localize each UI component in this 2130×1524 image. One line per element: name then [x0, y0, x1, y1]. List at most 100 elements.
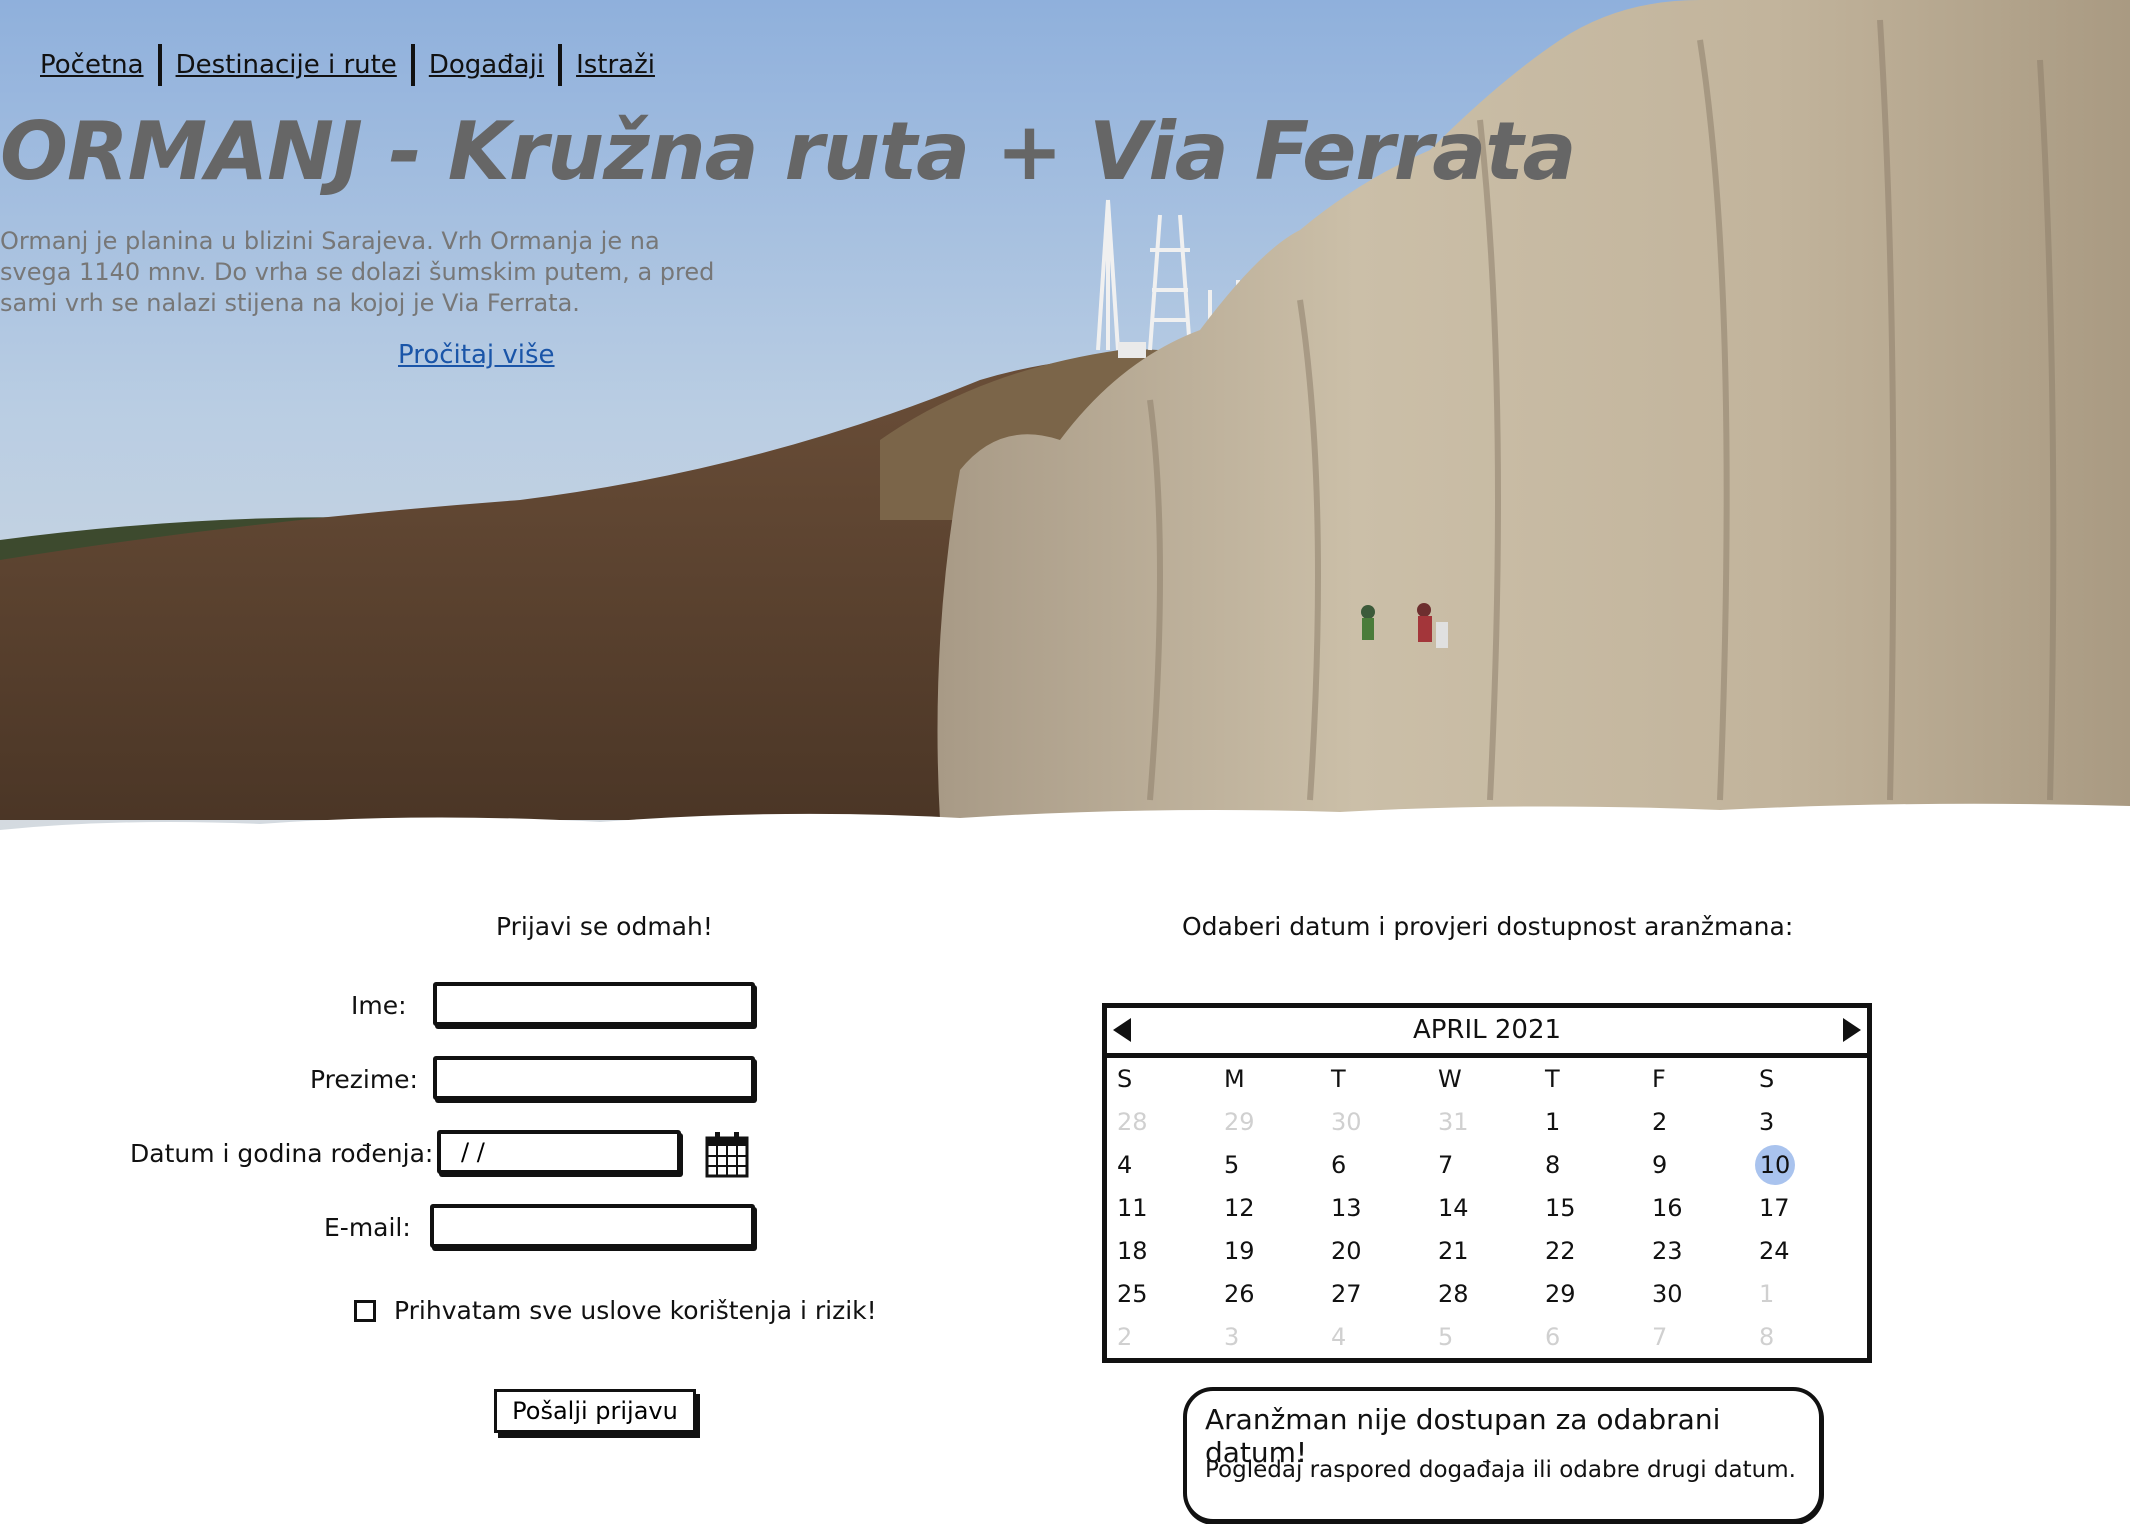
email-input[interactable]: [430, 1204, 755, 1248]
calendar-day-number: 25: [1117, 1280, 1148, 1308]
calendar-day[interactable]: 24: [1759, 1234, 1866, 1277]
calendar-day[interactable]: 1: [1545, 1105, 1652, 1148]
calendar-day[interactable]: 17: [1759, 1191, 1866, 1234]
calendar-day[interactable]: 30: [1652, 1277, 1759, 1320]
calendar-day[interactable]: 2: [1652, 1105, 1759, 1148]
calendar-day-number: 21: [1438, 1237, 1469, 1265]
calendar-day-number: 11: [1117, 1194, 1148, 1222]
calendar-icon[interactable]: [704, 1130, 750, 1180]
dob-label: Datum i godina rođenja:: [130, 1139, 434, 1168]
nav-link-destinacije[interactable]: Destinacije i rute: [162, 50, 411, 80]
calendar-day-number: 1: [1759, 1280, 1775, 1308]
calendar-day-number: 1: [1545, 1108, 1561, 1136]
calendar-day-number: 2: [1117, 1323, 1133, 1351]
calendar-day[interactable]: 7: [1438, 1148, 1545, 1191]
hero-description: Ormanj je planina u blizini Sarajeva. Vr…: [0, 227, 715, 317]
weekday-label: F: [1652, 1065, 1666, 1093]
weekday-label: S: [1117, 1065, 1133, 1093]
calendar-day-number: 19: [1224, 1237, 1255, 1265]
calendar-day-number: 26: [1224, 1280, 1255, 1308]
calendar-day[interactable]: 4: [1331, 1320, 1438, 1363]
calendar-day[interactable]: 9: [1652, 1148, 1759, 1191]
weekday-label: W: [1438, 1065, 1462, 1093]
calendar-day[interactable]: 19: [1224, 1234, 1331, 1277]
calendar-day[interactable]: 3: [1224, 1320, 1331, 1363]
terms-row: Prihvatam sve uslove korištenja i rizik!: [354, 1296, 877, 1325]
calendar-day[interactable]: 22: [1545, 1234, 1652, 1277]
calendar-day[interactable]: 6: [1331, 1148, 1438, 1191]
terms-label: Prihvatam sve uslove korištenja i rizik!: [394, 1296, 877, 1325]
calendar-day[interactable]: 25: [1117, 1277, 1224, 1320]
calendar-day-number: 3: [1224, 1323, 1240, 1351]
calendar-day-number: 30: [1331, 1108, 1362, 1136]
first-name-input[interactable]: [433, 982, 755, 1026]
calendar-day-selected[interactable]: 10: [1755, 1145, 1866, 1191]
calendar-day[interactable]: 29: [1545, 1277, 1652, 1320]
calendar-day-number: 24: [1759, 1237, 1790, 1265]
page-title: ORMANJ - Kružna ruta + Via Ferrata: [0, 105, 1576, 198]
calendar-day[interactable]: 20: [1331, 1234, 1438, 1277]
availability-notice: Aranžman nije dostupan za odabrani datum…: [1183, 1387, 1823, 1523]
calendar-day[interactable]: 31: [1438, 1105, 1545, 1148]
calendar-day-number: 10: [1755, 1145, 1795, 1185]
nav-link-istrazi[interactable]: Istraži: [562, 50, 669, 80]
calendar-day[interactable]: 11: [1117, 1191, 1224, 1234]
calendar-day-number: 5: [1224, 1151, 1240, 1179]
calendar-day[interactable]: 7: [1652, 1320, 1759, 1363]
calendar-day[interactable]: 15: [1545, 1191, 1652, 1234]
calendar-day-number: 2: [1652, 1108, 1668, 1136]
calendar-day[interactable]: 6: [1545, 1320, 1652, 1363]
calendar-day[interactable]: 26: [1224, 1277, 1331, 1320]
email-label: E-mail:: [324, 1213, 411, 1242]
calendar-day[interactable]: 3: [1759, 1105, 1866, 1148]
calendar-day[interactable]: 8: [1759, 1320, 1866, 1363]
last-name-input[interactable]: [433, 1056, 755, 1100]
calendar-day-number: 6: [1545, 1323, 1561, 1351]
calendar-day-number: 20: [1331, 1237, 1362, 1265]
calendar-day[interactable]: 1: [1759, 1277, 1866, 1320]
calendar-day[interactable]: 21: [1438, 1234, 1545, 1277]
calendar-day[interactable]: 29: [1224, 1105, 1331, 1148]
calendar-day-number: 28: [1117, 1108, 1148, 1136]
calendar-day[interactable]: 13: [1331, 1191, 1438, 1234]
calendar-day-number: 17: [1759, 1194, 1790, 1222]
calendar-day[interactable]: 5: [1224, 1148, 1331, 1191]
calendar-day-number: 4: [1117, 1151, 1133, 1179]
calendar-day[interactable]: 8: [1545, 1148, 1652, 1191]
main-navigation: Početna Destinacije i rute Događaji Istr…: [40, 44, 669, 86]
form-title: Prijavi se odmah!: [496, 912, 713, 941]
dob-input[interactable]: [437, 1130, 681, 1174]
calendar-day[interactable]: 12: [1224, 1191, 1331, 1234]
next-month-icon[interactable]: [1843, 1018, 1861, 1042]
calendar-day[interactable]: 27: [1331, 1277, 1438, 1320]
weekday-label: T: [1545, 1065, 1560, 1093]
calendar-day[interactable]: 5: [1438, 1320, 1545, 1363]
weekday-label: S: [1759, 1065, 1775, 1093]
calendar-day[interactable]: 4: [1117, 1148, 1224, 1191]
calendar-day-number: 18: [1117, 1237, 1148, 1265]
calendar-day-number: 30: [1652, 1280, 1683, 1308]
calendar-day[interactable]: 18: [1117, 1234, 1224, 1277]
calendar-month: APRIL 2021: [1412, 1015, 1562, 1045]
calendar-day[interactable]: 23: [1652, 1234, 1759, 1277]
calendar-day-number: 4: [1331, 1323, 1347, 1351]
calendar-day-number: 28: [1438, 1280, 1469, 1308]
calendar-day[interactable]: 16: [1652, 1191, 1759, 1234]
terms-checkbox[interactable]: [354, 1299, 376, 1322]
calendar-day[interactable]: 14: [1438, 1191, 1545, 1234]
calendar-day-number: 14: [1438, 1194, 1469, 1222]
submit-button[interactable]: Pošalji prijavu: [494, 1389, 696, 1433]
calendar-day[interactable]: 28: [1117, 1105, 1224, 1148]
calendar-day[interactable]: 28: [1438, 1277, 1545, 1320]
calendar-day-number: 12: [1224, 1194, 1255, 1222]
calendar-day-number: 29: [1545, 1280, 1576, 1308]
notice-text: Pogledaj raspored događaja ili odabre dr…: [1205, 1457, 1796, 1483]
calendar-day[interactable]: 30: [1331, 1105, 1438, 1148]
calendar-day[interactable]: 2: [1117, 1320, 1224, 1363]
nav-link-pocetna[interactable]: Početna: [40, 50, 158, 80]
prev-month-icon[interactable]: [1113, 1018, 1131, 1042]
calendar-day-number: 31: [1438, 1108, 1469, 1136]
read-more-link[interactable]: Pročitaj više: [398, 340, 555, 370]
nav-link-dogadjaji[interactable]: Događaji: [415, 50, 558, 80]
calendar-day-number: 8: [1545, 1151, 1561, 1179]
